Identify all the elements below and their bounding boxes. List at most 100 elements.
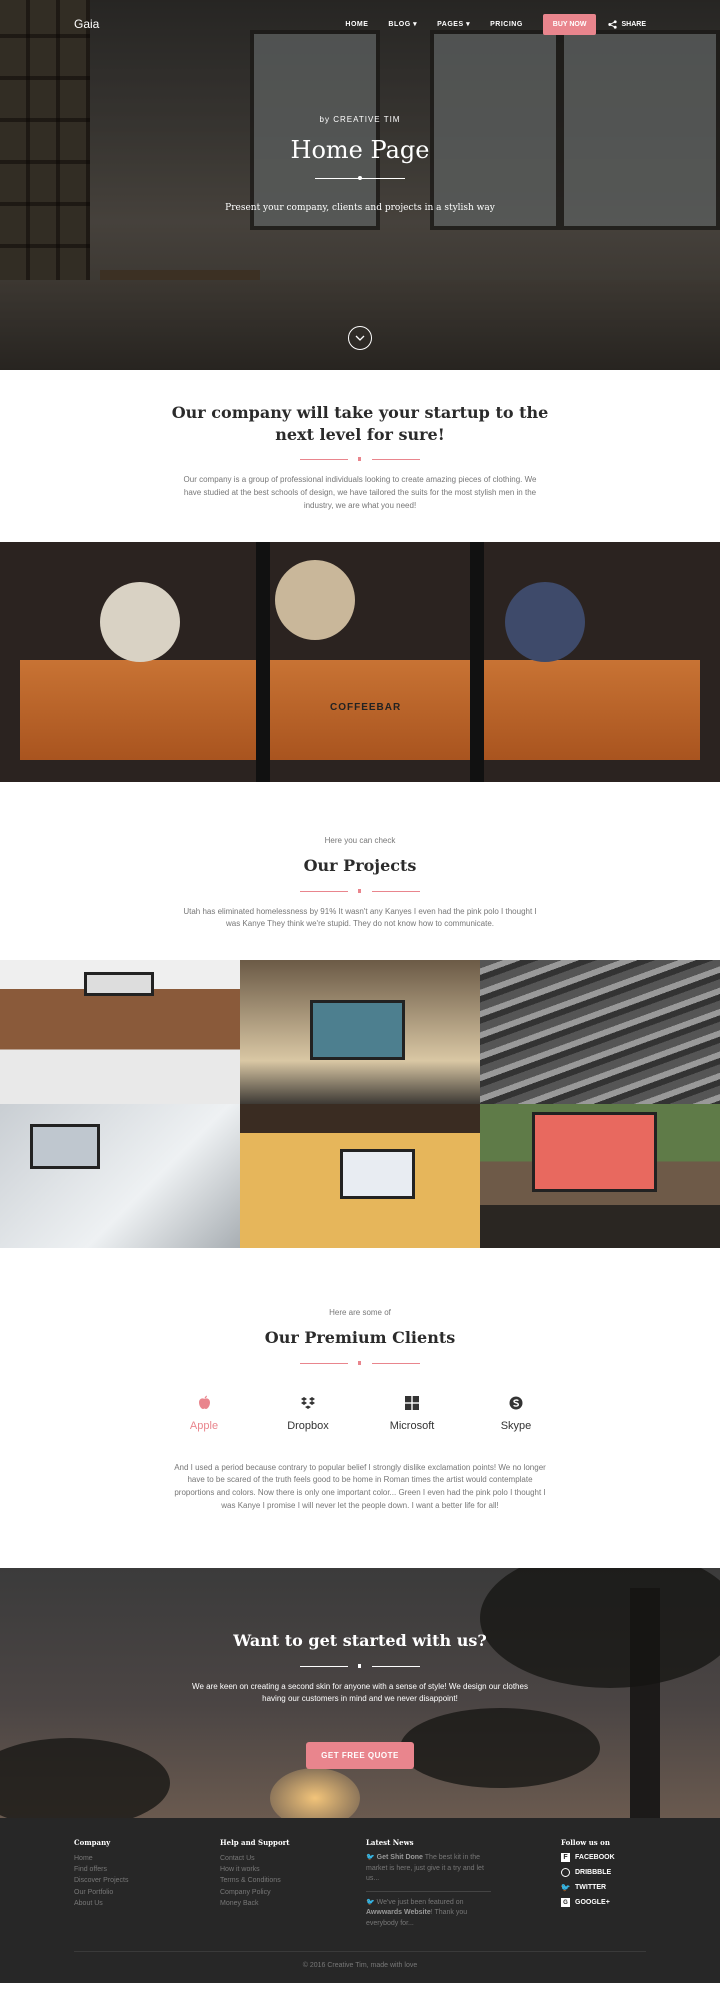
nav-links: HOME BLOG ▾ PAGES ▾ PRICING BUY NOW SHAR… xyxy=(337,13,646,35)
cta-content: Want to get started with us? We are keen… xyxy=(0,1568,720,1770)
social-label: TWITTER xyxy=(575,1884,607,1891)
client-logos: Apple Dropbox Microsoft Skype xyxy=(0,1394,720,1432)
section-divider xyxy=(300,888,420,893)
company-text: Our company is a group of professional i… xyxy=(183,475,537,510)
footer-columns: Company Home Find offers Discover Projec… xyxy=(74,1838,646,1929)
project-tile[interactable] xyxy=(240,1104,480,1248)
coffeebar-sign: COFFEEBAR xyxy=(330,702,402,713)
cta-text: We are keen on creating a second skin fo… xyxy=(192,1681,528,1704)
social-google-plus[interactable]: G GOOGLE+ xyxy=(561,1898,615,1907)
windows-icon xyxy=(382,1394,442,1412)
clients-pretitle: Here are some of xyxy=(329,1308,391,1317)
brand-logo[interactable]: Gaia xyxy=(74,17,99,31)
footer-link[interactable]: Our Portfolio xyxy=(74,1887,220,1898)
hero-title: Home Page xyxy=(290,136,430,164)
footer-link[interactable]: About Us xyxy=(74,1898,220,1909)
clients-title: Our Premium Clients xyxy=(264,1328,456,1347)
nav-blog[interactable]: BLOG ▾ xyxy=(380,14,425,34)
footer-link[interactable]: Discover Projects xyxy=(74,1875,220,1886)
footer-link[interactable]: Terms & Conditions xyxy=(220,1875,366,1886)
share-button[interactable]: SHARE xyxy=(608,19,646,29)
news-item-text: We've just been featured on xyxy=(376,1898,464,1906)
projects-text: Utah has eliminated homelessness by 91% … xyxy=(183,906,537,929)
news-item-bold: Awwwards Website xyxy=(366,1909,431,1916)
scroll-down-button[interactable] xyxy=(348,326,372,350)
get-free-quote-button[interactable]: GET FREE QUOTE xyxy=(306,1742,414,1770)
hero-subtitle: Present your company, clients and projec… xyxy=(225,203,495,213)
section-divider xyxy=(300,457,420,462)
social-label: GOOGLE+ xyxy=(575,1899,610,1906)
project-tile[interactable] xyxy=(480,1104,720,1248)
copyright: © 2016 Creative Tim, made with love xyxy=(74,1951,646,1969)
projects-section: Here you can check Our Projects Utah has… xyxy=(0,782,720,960)
clients-section: Here are some of Our Premium Clients App… xyxy=(0,1248,720,1568)
share-label: SHARE xyxy=(621,20,646,28)
footer-follow: Follow us on f FACEBOOK DRIBBBLE 🐦 TWITT… xyxy=(561,1838,615,1929)
footer-heading: Follow us on xyxy=(561,1838,610,1847)
google-plus-icon: G xyxy=(561,1898,570,1907)
laptop-screen xyxy=(310,1000,405,1060)
image-person xyxy=(505,582,585,662)
monitor xyxy=(84,972,154,996)
dribbble-icon xyxy=(561,1868,570,1877)
footer-link[interactable]: Company Policy xyxy=(220,1887,366,1898)
client-microsoft[interactable]: Microsoft xyxy=(382,1394,442,1432)
project-tile[interactable] xyxy=(240,960,480,1104)
navbar: Gaia HOME BLOG ▾ PAGES ▾ PRICING BUY NOW… xyxy=(0,0,720,48)
project-tile[interactable] xyxy=(480,960,720,1104)
skype-icon xyxy=(486,1394,546,1412)
projects-title: Our Projects xyxy=(303,856,417,875)
social-label: DRIBBBLE xyxy=(575,1869,612,1876)
hero-section: Gaia HOME BLOG ▾ PAGES ▾ PRICING BUY NOW… xyxy=(0,0,720,370)
projects-pretitle: Here you can check xyxy=(324,836,396,845)
news-divider xyxy=(366,1890,491,1892)
footer-link[interactable]: Money Back xyxy=(220,1898,366,1909)
image-pillar xyxy=(470,542,484,782)
footer-news: Latest News 🐦 Get Shit Done The best kit… xyxy=(366,1838,561,1929)
hero-by-line: by CREATIVE TIM xyxy=(319,115,401,124)
projects-grid xyxy=(0,960,720,1248)
twitter-icon: 🐦 xyxy=(366,1898,375,1906)
clients-text: And I used a period because contrary to … xyxy=(174,1462,546,1510)
news-item[interactable]: 🐦 We've just been featured on Awwwards W… xyxy=(366,1898,491,1930)
nav-pages[interactable]: PAGES ▾ xyxy=(429,14,478,34)
footer-link[interactable]: Find offers xyxy=(74,1864,220,1875)
company-section: Our company will take your startup to th… xyxy=(0,370,720,542)
caret-down-icon: ▾ xyxy=(413,21,418,28)
client-name: Dropbox xyxy=(287,1419,329,1432)
footer-heading: Latest News xyxy=(366,1838,414,1847)
news-item[interactable]: 🐦 Get Shit Done The best kit in the mark… xyxy=(366,1853,491,1885)
client-skype[interactable]: Skype xyxy=(486,1394,546,1432)
image-person xyxy=(100,582,180,662)
client-dropbox[interactable]: Dropbox xyxy=(278,1394,338,1432)
nav-home[interactable]: HOME xyxy=(337,15,376,34)
footer-help: Help and Support Contact Us How it works… xyxy=(220,1838,366,1929)
footer: Company Home Find offers Discover Projec… xyxy=(0,1818,720,1983)
apple-icon xyxy=(174,1394,234,1412)
client-name: Skype xyxy=(500,1419,532,1432)
laptop-screen xyxy=(340,1149,415,1199)
social-label: FACEBOOK xyxy=(575,1854,615,1861)
section-divider xyxy=(300,1663,420,1668)
footer-company: Company Home Find offers Discover Projec… xyxy=(74,1838,220,1929)
client-apple[interactable]: Apple xyxy=(174,1394,234,1432)
client-name: Microsoft xyxy=(389,1419,435,1432)
footer-link[interactable]: How it works xyxy=(220,1864,366,1875)
social-dribbble[interactable]: DRIBBBLE xyxy=(561,1868,615,1877)
chevron-down-icon xyxy=(355,335,365,341)
footer-heading: Company xyxy=(74,1838,111,1847)
twitter-icon: 🐦 xyxy=(560,1883,571,1892)
footer-heading: Help and Support xyxy=(220,1838,290,1847)
footer-link[interactable]: Contact Us xyxy=(220,1853,366,1864)
social-facebook[interactable]: f FACEBOOK xyxy=(561,1853,615,1862)
nav-pricing[interactable]: PRICING xyxy=(482,15,531,34)
facebook-icon: f xyxy=(561,1853,570,1862)
client-name: Apple xyxy=(189,1419,219,1432)
project-tile[interactable] xyxy=(0,960,240,1104)
project-tile[interactable] xyxy=(0,1104,240,1248)
footer-link[interactable]: Home xyxy=(74,1853,220,1864)
news-item-bold: Get Shit Done xyxy=(376,1854,423,1861)
buy-now-button[interactable]: BUY NOW xyxy=(542,13,597,35)
company-title: Our company will take your startup to th… xyxy=(171,403,549,444)
social-twitter[interactable]: 🐦 TWITTER xyxy=(561,1883,615,1892)
